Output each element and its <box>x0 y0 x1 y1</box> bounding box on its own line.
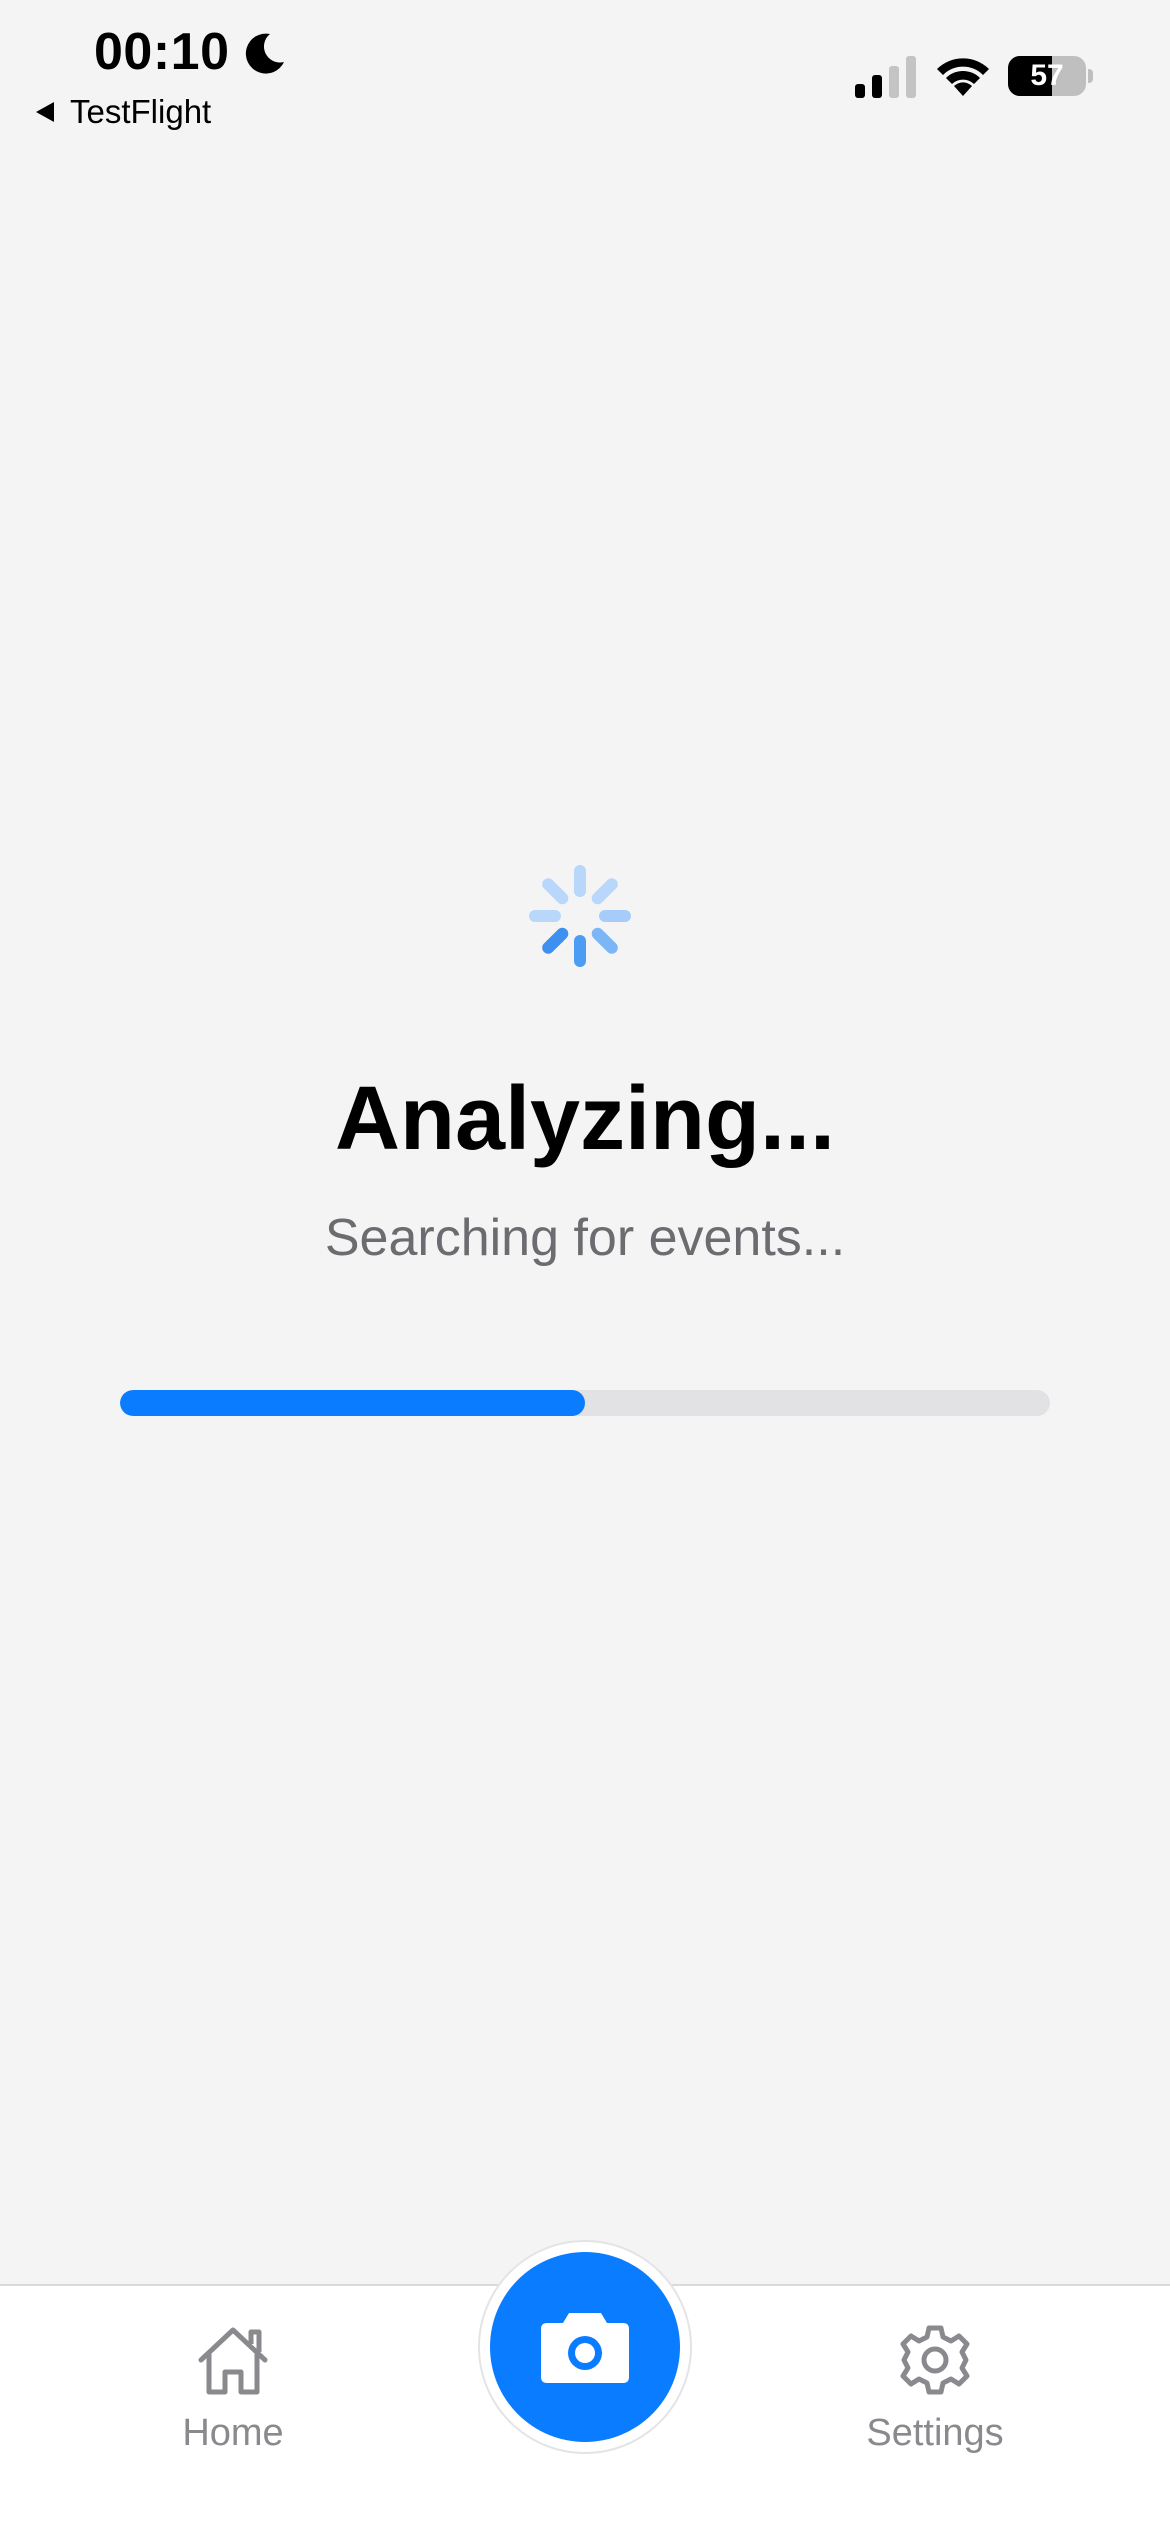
back-app-label: TestFlight <box>70 93 212 130</box>
moon-icon <box>245 33 284 74</box>
loading-title: Analyzing... <box>334 1069 836 1169</box>
tab-home[interactable]: Home <box>113 2320 353 2455</box>
battery-level: 57 <box>1030 59 1064 92</box>
back-to-app-button[interactable]: TestFlight <box>36 90 211 134</box>
tab-settings[interactable]: Settings <box>815 2320 1055 2455</box>
camera-icon <box>541 2313 629 2383</box>
tab-home-label: Home <box>182 2412 284 2454</box>
tab-settings-label: Settings <box>866 2412 1004 2454</box>
loading-subtitle: Searching for events... <box>324 1209 846 1267</box>
gear-icon <box>900 2325 970 2395</box>
battery-icon: 57 <box>1008 56 1093 96</box>
house-icon <box>198 2327 268 2395</box>
analyzing-screen: 00:10 TestFlight 57 Analyzing... Searchi… <box>0 0 1170 2532</box>
progress-bar <box>120 1390 1050 1416</box>
back-arrow-icon <box>36 102 54 122</box>
progress-fill <box>120 1390 585 1416</box>
status-bar: 00:10 TestFlight 57 <box>0 0 1170 140</box>
status-time: 00:10 <box>94 23 230 81</box>
signal-icon <box>855 56 916 98</box>
wifi-icon <box>937 58 989 96</box>
camera-button[interactable] <box>490 2252 680 2442</box>
activity-spinner-icon <box>529 865 631 967</box>
